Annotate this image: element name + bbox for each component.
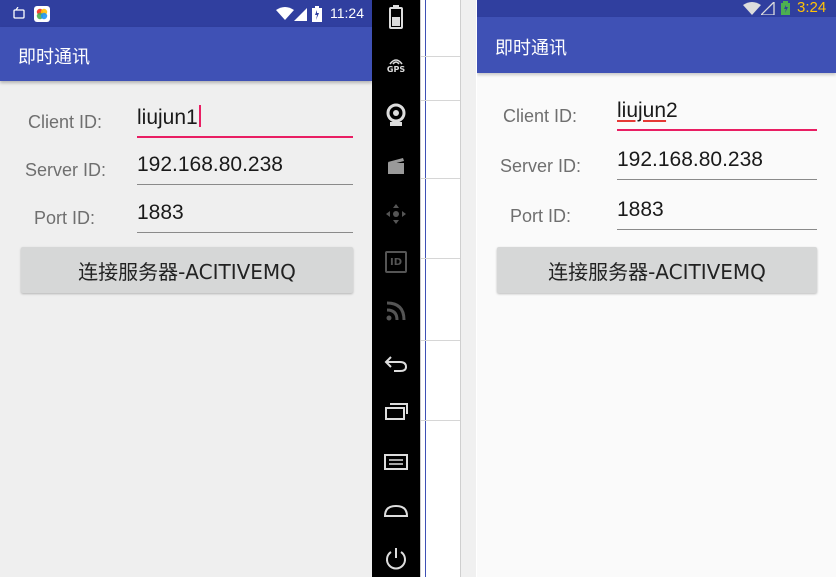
back-icon[interactable] bbox=[372, 350, 420, 376]
port-id-field[interactable]: 1883 bbox=[137, 197, 353, 233]
background-editor-strip bbox=[420, 0, 460, 577]
status-time: 3:24 bbox=[797, 0, 827, 16]
port-id-value: 1883 bbox=[617, 198, 664, 221]
port-id-field[interactable]: 1883 bbox=[617, 194, 817, 230]
rss-icon[interactable] bbox=[372, 298, 420, 324]
client-id-value: liujun1 bbox=[137, 106, 198, 129]
wifi-icon bbox=[743, 2, 761, 15]
client-id-label: Client ID: bbox=[28, 112, 103, 132]
right-emulator-screen: 3:24 即时通讯 Client ID: liujun2 Server ID: … bbox=[477, 0, 836, 577]
battery-status-icon bbox=[312, 6, 322, 22]
client-id-value-rest: 2 bbox=[666, 99, 678, 122]
app-bar: 即时通讯 bbox=[477, 17, 836, 73]
clapperboard-icon[interactable] bbox=[372, 153, 420, 179]
app-store-icon bbox=[34, 6, 50, 22]
emulator-control-bar: GPS ID bbox=[372, 0, 420, 577]
signal-icon bbox=[761, 2, 775, 15]
camera-icon[interactable] bbox=[372, 102, 420, 128]
connect-server-button[interactable]: 连接服务器-ACITIVEMQ bbox=[21, 247, 353, 293]
battery-icon[interactable] bbox=[372, 4, 420, 30]
window-gap bbox=[460, 0, 476, 577]
id-icon[interactable]: ID bbox=[372, 249, 420, 275]
gps-label: GPS bbox=[386, 65, 406, 74]
client-id-label: Client ID: bbox=[503, 106, 578, 126]
signal-icon bbox=[294, 8, 307, 21]
status-bar: 3:24 bbox=[477, 0, 836, 17]
app-title: 即时通讯 bbox=[18, 47, 90, 68]
app-bar: 即时通讯 bbox=[0, 27, 372, 81]
server-id-value: 192.168.80.238 bbox=[137, 153, 283, 176]
gps-icon[interactable]: GPS bbox=[372, 52, 420, 78]
text-cursor bbox=[198, 105, 201, 127]
battery-status-icon bbox=[781, 1, 790, 15]
server-id-label: Server ID: bbox=[25, 160, 107, 180]
port-id-value: 1883 bbox=[137, 201, 184, 224]
app-title: 即时通讯 bbox=[495, 38, 567, 59]
client-id-field[interactable]: liujun2 bbox=[617, 95, 817, 131]
menu-icon[interactable] bbox=[372, 449, 420, 475]
server-id-label: Server ID: bbox=[500, 156, 582, 176]
dpad-icon[interactable] bbox=[372, 201, 420, 227]
left-emulator-screen: 11:24 即时通讯 Client ID: liujun1 Server ID:… bbox=[0, 0, 372, 577]
editor-scroll-line bbox=[425, 0, 426, 577]
status-bar: 11:24 bbox=[0, 0, 372, 27]
status-time: 11:24 bbox=[330, 5, 364, 21]
server-id-field[interactable]: 192.168.80.238 bbox=[137, 149, 353, 185]
recents-icon[interactable] bbox=[372, 398, 420, 424]
connect-server-button[interactable]: 连接服务器-ACITIVEMQ bbox=[497, 247, 817, 293]
server-id-value: 192.168.80.238 bbox=[617, 148, 763, 171]
notification-icon bbox=[13, 7, 25, 19]
server-id-field[interactable]: 192.168.80.238 bbox=[617, 144, 817, 180]
wifi-icon bbox=[276, 7, 294, 20]
port-id-label: Port ID: bbox=[34, 208, 96, 228]
home-icon[interactable] bbox=[372, 498, 420, 524]
client-id-field[interactable]: liujun1 bbox=[137, 102, 353, 138]
port-id-label: Port ID: bbox=[510, 206, 572, 226]
power-icon[interactable] bbox=[372, 545, 420, 571]
id-label: ID bbox=[385, 251, 407, 273]
client-id-value-underlined: liujun bbox=[617, 99, 667, 122]
